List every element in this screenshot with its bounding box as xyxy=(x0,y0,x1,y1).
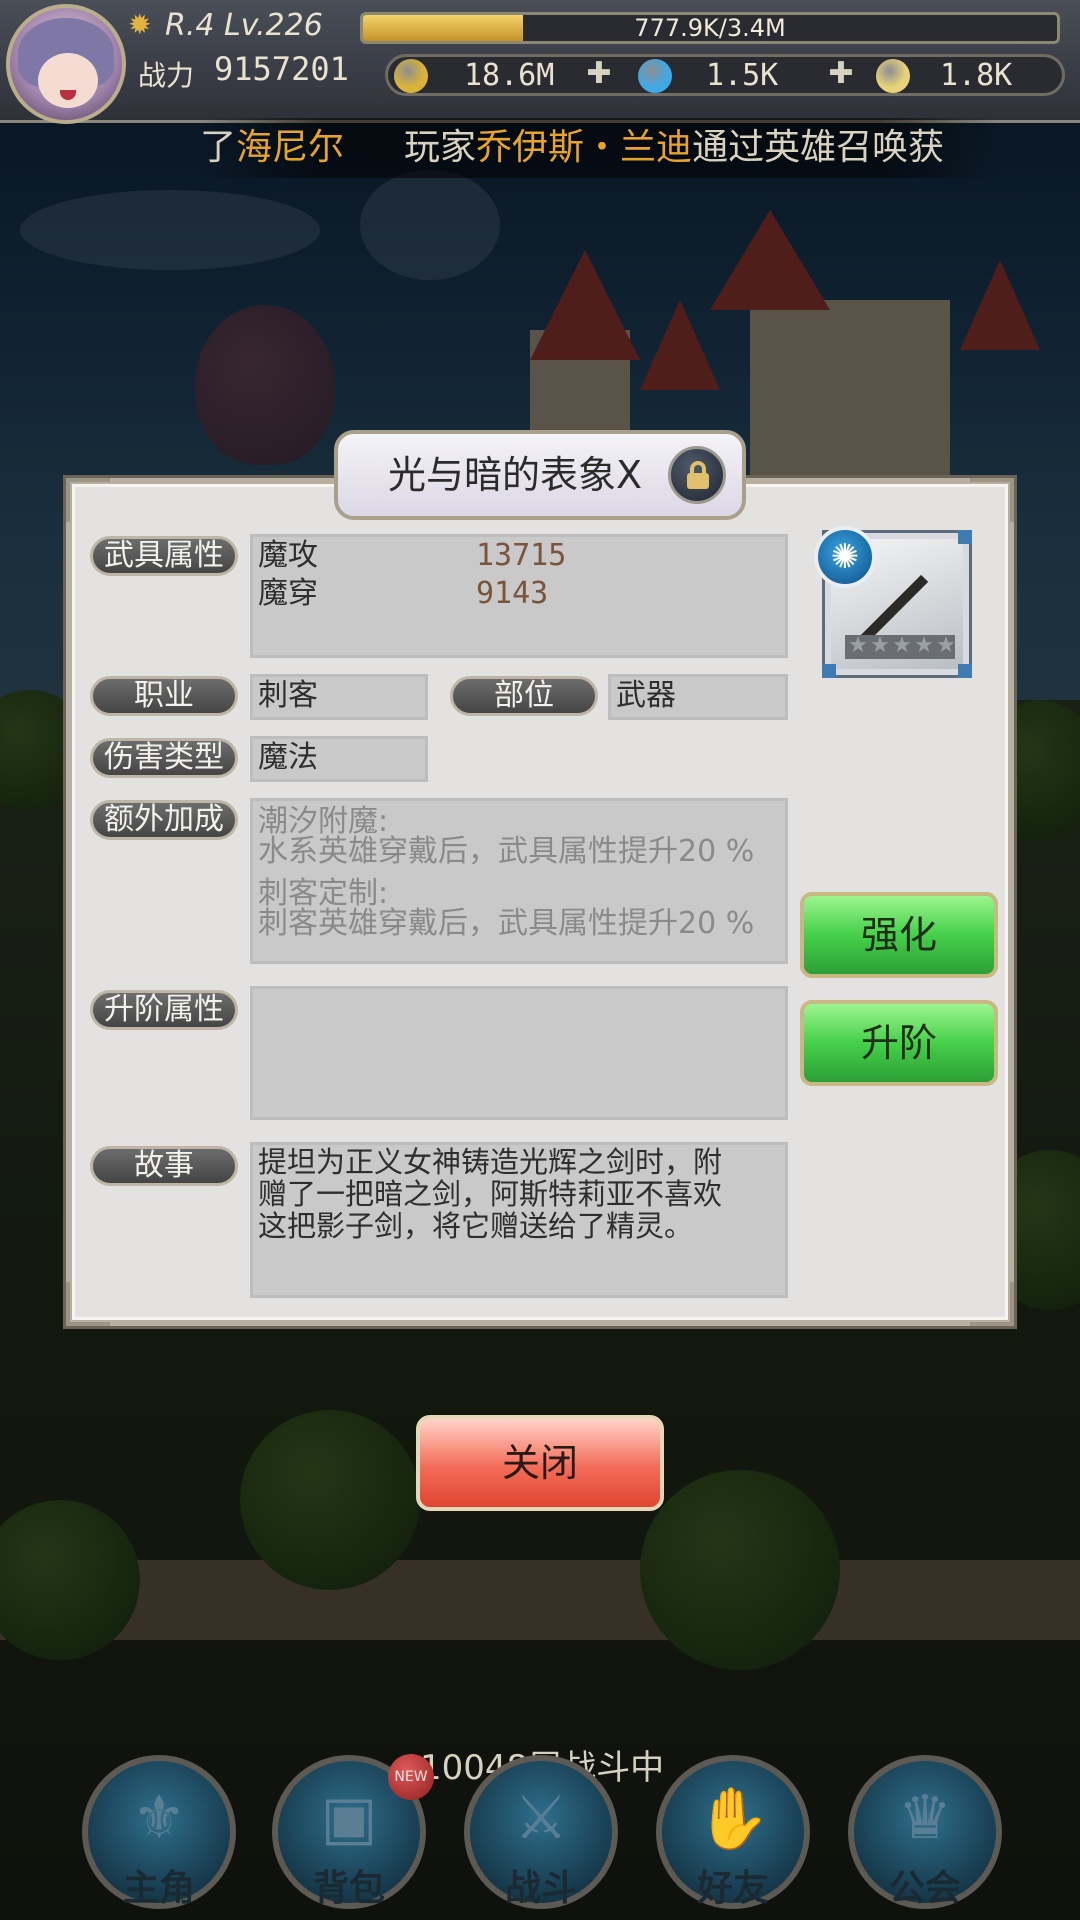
frame-corner-gem xyxy=(822,664,836,678)
advance-attr-box xyxy=(250,986,788,1120)
bonus-desc: 水系英雄穿戴后，武具属性提升20 % xyxy=(258,834,755,869)
blue-crystal-amount: 1.5K xyxy=(706,58,779,93)
star-icon: ★ xyxy=(914,633,934,658)
resource-gold: 18.6M xyxy=(394,57,594,93)
nav-label: 背包 xyxy=(312,1868,385,1909)
gold-coin-icon xyxy=(394,59,428,93)
frame-corner-ornament xyxy=(66,478,110,522)
nav-guild-button[interactable]: ♛ 公会 xyxy=(848,1755,1002,1909)
frame-corner-ornament xyxy=(66,1282,110,1326)
nav-label: 战斗 xyxy=(504,1868,577,1909)
enhance-button[interactable]: 强化 xyxy=(800,892,998,978)
advance-button[interactable]: 升阶 xyxy=(800,1000,998,1086)
exp-bar: 777.9K/3.4M xyxy=(360,12,1060,44)
nav-label: 公会 xyxy=(888,1868,961,1909)
resource-yellow-crystal: 1.8K xyxy=(876,57,1066,93)
broadcast-text: 了 xyxy=(200,127,237,168)
yellow-crystal-amount: 1.8K xyxy=(940,58,1013,93)
lock-icon-body xyxy=(687,473,709,489)
hero-icon: ⚜ xyxy=(132,1783,186,1853)
yellow-crystal-icon xyxy=(876,59,910,93)
stat-value: 9143 xyxy=(476,576,549,611)
bonus-label: 额外加成 xyxy=(90,800,238,840)
class-value: 刺客 xyxy=(258,678,318,713)
story-label: 故事 xyxy=(90,1146,238,1186)
nav-friends-button[interactable]: ✋ 好友 xyxy=(656,1755,810,1909)
broadcast-player-name: 乔伊斯・兰迪 xyxy=(476,127,693,168)
player-rank-level: R.4 Lv.226 xyxy=(165,8,323,43)
close-button[interactable]: 关闭 xyxy=(416,1415,664,1511)
handshake-icon: ✋ xyxy=(695,1784,771,1854)
damage-type-value: 魔法 xyxy=(258,740,318,775)
add-blue-crystal-button[interactable]: ✚ xyxy=(826,59,856,89)
power-label: 战力 xyxy=(138,59,195,92)
story-line: 这把影子剑，将它赠送给了精灵。 xyxy=(258,1209,694,1243)
star-icon: ★ xyxy=(892,633,912,658)
star-icon: ★ xyxy=(870,633,890,658)
damage-type-label: 伤害类型 xyxy=(90,738,238,778)
nav-battle-button[interactable]: ⚔ 战斗 xyxy=(464,1755,618,1909)
water-element-icon: ✺ xyxy=(814,526,876,588)
power-value: 9157201 xyxy=(214,50,349,88)
player-avatar[interactable] xyxy=(6,4,126,124)
frame-corner-gem xyxy=(958,530,972,544)
rank-gear-icon: ✹ xyxy=(128,8,152,41)
slot-value: 武器 xyxy=(616,678,676,713)
stats-label: 武具属性 xyxy=(90,536,238,576)
frame-corner-ornament xyxy=(970,1282,1014,1326)
modal-title-plate: 光与暗的表象Ⅹ xyxy=(334,430,746,520)
story-line: 提坦为正义女神铸造光辉之剑时，附 xyxy=(258,1145,723,1179)
equipment-name: 光与暗的表象Ⅹ xyxy=(388,453,643,497)
exp-text: 777.9K/3.4M xyxy=(634,14,786,42)
gold-amount: 18.6M xyxy=(464,58,555,93)
slot-label: 部位 xyxy=(450,676,598,716)
nav-label: 主角 xyxy=(122,1868,195,1909)
stat-name: 魔穿 xyxy=(258,576,318,611)
blue-crystal-icon xyxy=(638,59,672,93)
guild-crest-icon: ♛ xyxy=(898,1783,952,1853)
stat-value: 13715 xyxy=(476,538,567,573)
nav-hero-button[interactable]: ⚜ 主角 xyxy=(82,1755,236,1909)
star-icon: ★ xyxy=(936,633,956,658)
broadcast-text: 通过英雄召唤获 xyxy=(692,127,945,168)
resource-bar: 18.6M ✚ 1.5K ✚ 1.8K xyxy=(385,54,1065,96)
new-badge: NEW xyxy=(388,1754,434,1800)
crossed-swords-icon: ⚔ xyxy=(514,1783,568,1853)
frame-corner-ornament xyxy=(970,478,1014,522)
resource-blue-crystal: 1.5K xyxy=(638,57,838,93)
bonus-desc: 刺客英雄穿戴后，武具属性提升20 % xyxy=(258,906,755,941)
star-rating: ★ ★ ★ ★ ★ xyxy=(845,633,956,659)
advance-attr-label: 升阶属性 xyxy=(90,990,238,1030)
stat-name: 魔攻 xyxy=(258,538,318,573)
broadcast-text: 玩家 xyxy=(404,127,477,168)
nav-label: 好友 xyxy=(696,1868,769,1909)
lock-button[interactable] xyxy=(668,446,726,504)
story-line: 赠了一把暗之剑，阿斯特莉亚不喜欢 xyxy=(258,1177,723,1211)
broadcast-ticker: 了海尼尔 玩家乔伊斯・兰迪通过英雄召唤获 xyxy=(200,118,1000,178)
broadcast-name: 海尼尔 xyxy=(236,127,345,168)
add-gold-button[interactable]: ✚ xyxy=(584,59,614,89)
star-icon: ★ xyxy=(848,633,868,658)
class-label: 职业 xyxy=(90,676,238,716)
frame-corner-gem xyxy=(958,664,972,678)
